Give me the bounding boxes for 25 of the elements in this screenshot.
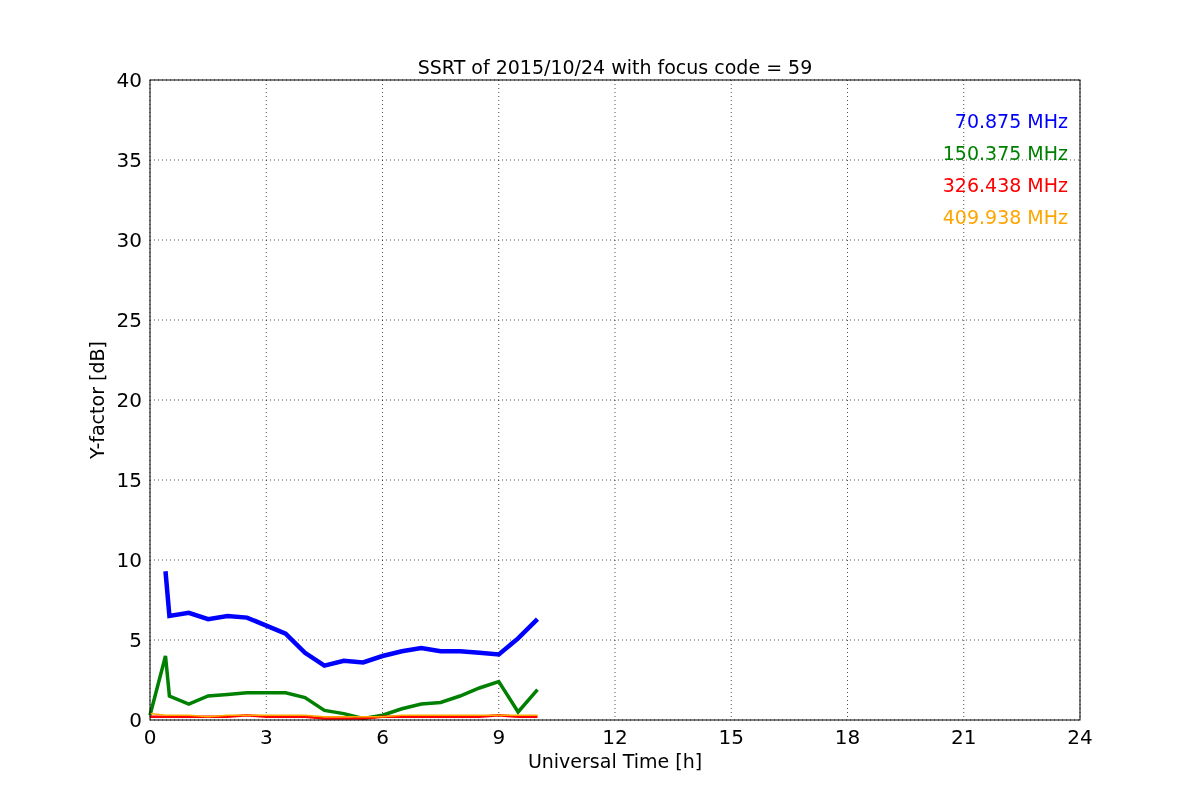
legend-label: 409.938 MHz <box>942 206 1068 228</box>
y-tick-label: 40 <box>116 68 142 92</box>
y-tick-label: 15 <box>116 468 142 492</box>
x-tick-label: 6 <box>376 725 389 749</box>
y-tick-label: 35 <box>116 148 142 172</box>
x-tick-label: 15 <box>718 725 744 749</box>
x-tick-label: 24 <box>1067 725 1093 749</box>
x-tick-label: 12 <box>602 725 628 749</box>
legend-label: 150.375 MHz <box>942 142 1068 164</box>
legend-label: 326.438 MHz <box>942 174 1068 196</box>
legend-label: 70.875 MHz <box>954 110 1068 132</box>
x-axis-label: Universal Time [h] <box>527 750 703 772</box>
y-tick-label: 25 <box>116 308 142 332</box>
x-tick-label: 9 <box>492 725 506 749</box>
y-tick-label: 20 <box>116 388 142 412</box>
chart-title: SSRT of 2015/10/24 with focus code = 59 <box>417 56 813 78</box>
x-tick-label: 21 <box>951 725 977 749</box>
x-tick-label: 3 <box>259 725 273 749</box>
y-tick-label: 30 <box>116 228 142 252</box>
x-tick-label: 0 <box>143 725 157 749</box>
y-tick-label: 5 <box>129 628 142 652</box>
y-axis-label: Y-factor [dB] <box>86 341 108 459</box>
y-tick-label: 10 <box>116 548 142 572</box>
x-tick-label: 18 <box>834 725 861 749</box>
y-tick-label: 0 <box>129 708 142 732</box>
